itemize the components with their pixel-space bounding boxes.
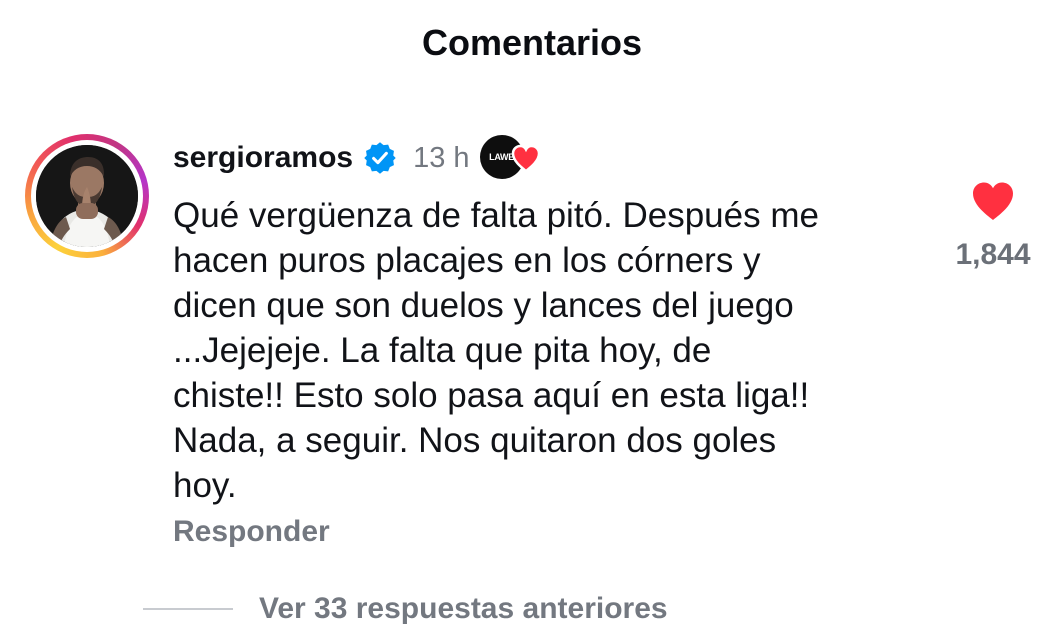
reply-button[interactable]: Responder — [173, 515, 330, 549]
view-replies-button[interactable]: Ver 33 respuestas anteriores — [143, 592, 668, 626]
verified-badge-icon — [363, 141, 397, 175]
view-replies-label: Ver 33 respuestas anteriores — [259, 592, 668, 625]
avatar[interactable] — [25, 134, 149, 258]
creator-liked-badge: LAWE — [479, 135, 542, 181]
avatar-photo — [36, 145, 138, 247]
page-title: Comentarios — [421, 22, 643, 63]
replies-divider — [143, 608, 233, 610]
avatar-portrait-image — [36, 145, 138, 247]
comment-timestamp: 13 h — [413, 141, 470, 174]
avatar-inner-ring — [31, 140, 143, 252]
comment-header: sergioramos 13 h LAWE — [173, 135, 542, 181]
heart-icon — [510, 143, 542, 173]
like-column: 1,844 — [948, 180, 1038, 272]
username-link[interactable]: sergioramos — [173, 141, 353, 175]
comment-body: Qué vergüenza de falta pitó. Después me … — [173, 196, 819, 505]
like-count: 1,844 — [955, 238, 1031, 271]
like-heart-icon[interactable] — [970, 180, 1016, 222]
